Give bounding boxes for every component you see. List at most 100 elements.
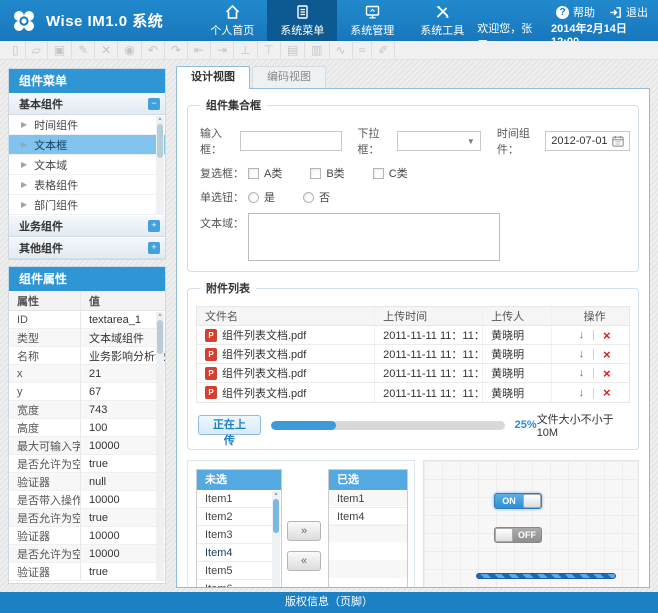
nav-item-system-tools[interactable]: 系统工具	[407, 0, 477, 41]
file-name[interactable]: 组件列表文档.pdf	[222, 327, 306, 343]
download-icon[interactable]: ↓	[579, 329, 585, 341]
radio-option[interactable]: 是	[248, 189, 275, 205]
align-top-icon[interactable]: ⊤	[258, 42, 281, 59]
toggle-off[interactable]: OFF	[494, 527, 542, 543]
textarea-input[interactable]	[248, 213, 500, 261]
tab-design-view[interactable]: 设计视图	[176, 66, 250, 89]
list-item[interactable]: Item2	[197, 508, 281, 526]
pencil-icon[interactable]: ✐	[372, 42, 395, 59]
prop-row[interactable]: 是否带入操作原因 10000	[9, 491, 165, 509]
help-link[interactable]: ? 帮助	[556, 4, 595, 20]
section-basic-components[interactable]: 基本组件 −	[9, 93, 165, 115]
delete-icon[interactable]: ✕	[95, 42, 118, 59]
list-item[interactable]: Item4	[197, 544, 281, 562]
import-doc-icon[interactable]: ▥	[305, 42, 329, 59]
date-input[interactable]: 2012-07-01	[545, 131, 630, 151]
expand-icon[interactable]: +	[148, 242, 160, 254]
open-folder-icon[interactable]: ▱	[26, 42, 48, 59]
delete-icon[interactable]: ×	[603, 349, 611, 360]
prop-row[interactable]: y 67	[9, 383, 165, 401]
checkbox-icon[interactable]	[373, 168, 384, 179]
toggle-knob[interactable]	[523, 494, 541, 508]
list-item[interactable]: Item3	[197, 526, 281, 544]
publish-icon[interactable]: ◉	[118, 42, 141, 59]
text-input[interactable]	[240, 131, 342, 151]
component-menu-item[interactable]: ▶ 部门组件	[9, 195, 165, 215]
list-item[interactable]: Item1	[329, 490, 407, 508]
prop-row[interactable]: 高度 100	[9, 419, 165, 437]
list-item[interactable]: Item4	[329, 508, 407, 526]
nav-item-personal-home[interactable]: 个人首页	[197, 0, 267, 41]
align-bottom-icon[interactable]: ⊥	[234, 42, 257, 59]
component-menu-item[interactable]: ▶ 文本域	[9, 155, 165, 175]
prop-row[interactable]: 验证器 10000	[9, 527, 165, 545]
prop-row[interactable]: 宽度 743	[9, 401, 165, 419]
delete-icon[interactable]: ×	[603, 387, 611, 398]
props-scrollbar[interactable]: ▲	[156, 312, 164, 580]
home-icon	[224, 4, 241, 20]
radio-option[interactable]: 否	[303, 189, 330, 205]
radio-icon[interactable]	[248, 192, 259, 203]
calendar-icon[interactable]	[612, 135, 624, 147]
menu-scrollbar[interactable]: ▲	[156, 116, 164, 214]
checkbox-option[interactable]: C类	[373, 165, 408, 181]
section-other-components[interactable]: 其他组件 +	[9, 237, 165, 259]
align-right-icon[interactable]: ⇥	[211, 42, 234, 59]
logo-icon	[10, 7, 38, 35]
checkbox-option[interactable]: A类	[248, 165, 282, 181]
delete-icon[interactable]: ×	[603, 330, 611, 341]
list-item[interactable]: Item1	[197, 490, 281, 508]
new-file-icon[interactable]: ▯	[6, 42, 26, 59]
prop-row[interactable]: 名称 业务影响分析说明	[9, 347, 165, 365]
component-menu-item[interactable]: ▶ 文本框	[9, 135, 165, 155]
caret-right-icon: ▶	[21, 160, 27, 169]
prop-row[interactable]: 是否允许为空 true	[9, 455, 165, 473]
export-doc-icon[interactable]: ▤	[281, 42, 305, 59]
section-business-components[interactable]: 业务组件 +	[9, 215, 165, 237]
checkbox-icon[interactable]	[310, 168, 321, 179]
prop-row[interactable]: 最大可输入字符数 10000	[9, 437, 165, 455]
line-chart-icon[interactable]: ≈	[353, 42, 373, 59]
dropdown-select[interactable]: ▼	[397, 131, 481, 151]
component-menu-item[interactable]: ▶ 时间组件	[9, 115, 165, 135]
nav-item-system-menu[interactable]: 系统菜单	[267, 0, 337, 41]
prop-row[interactable]: 是否允许为空 true	[9, 509, 165, 527]
checkbox-icon[interactable]	[248, 168, 259, 179]
prop-row[interactable]: 类型 文本域组件	[9, 329, 165, 347]
nav-item-system-manage[interactable]: 系统管理	[337, 0, 407, 41]
move-right-button[interactable]: »	[287, 521, 321, 541]
radio-icon[interactable]	[303, 192, 314, 203]
delete-icon[interactable]: ×	[603, 368, 611, 379]
list-item[interactable]: Item6	[197, 580, 281, 588]
toggle-on[interactable]: ON	[494, 493, 542, 509]
download-icon[interactable]: ↓	[579, 367, 585, 379]
edit-icon[interactable]: ✎	[72, 42, 95, 59]
move-left-button[interactable]: «	[287, 551, 321, 571]
file-name[interactable]: 组件列表文档.pdf	[222, 346, 306, 362]
collapse-icon[interactable]: −	[148, 98, 160, 110]
uploading-button[interactable]: 正在上传	[198, 415, 261, 435]
undo-icon[interactable]: ↶	[142, 42, 165, 59]
prop-row[interactable]: 是否允许为空 10000	[9, 545, 165, 563]
prop-row[interactable]: ID textarea_1	[9, 311, 165, 329]
prop-row[interactable]: x 21	[9, 365, 165, 383]
prop-row[interactable]: 验证器 null	[9, 473, 165, 491]
component-menu-item[interactable]: ▶ 表格组件	[9, 175, 165, 195]
expand-icon[interactable]: +	[148, 220, 160, 232]
header-right: ? 帮助 退出 欢迎您，张三 2014年2月14日 12:00	[477, 0, 658, 41]
toggle-knob[interactable]	[495, 528, 513, 542]
file-name[interactable]: 组件列表文档.pdf	[222, 385, 306, 401]
download-icon[interactable]: ↓	[579, 387, 585, 399]
list-scrollbar[interactable]: ▲	[272, 491, 280, 588]
align-left-icon[interactable]: ⇤	[188, 42, 211, 59]
prop-row[interactable]: 验证器 true	[9, 563, 165, 581]
redo-icon[interactable]: ↷	[165, 42, 188, 59]
file-name[interactable]: 组件列表文档.pdf	[222, 365, 306, 381]
tab-code-view[interactable]: 编码视图	[252, 66, 326, 88]
checkbox-option[interactable]: B类	[310, 165, 344, 181]
logout-link[interactable]: 退出	[609, 4, 648, 20]
curve-icon[interactable]: ∿	[330, 42, 353, 59]
list-item[interactable]: Item5	[197, 562, 281, 580]
save-icon[interactable]: ▣	[48, 42, 72, 59]
download-icon[interactable]: ↓	[579, 348, 585, 360]
